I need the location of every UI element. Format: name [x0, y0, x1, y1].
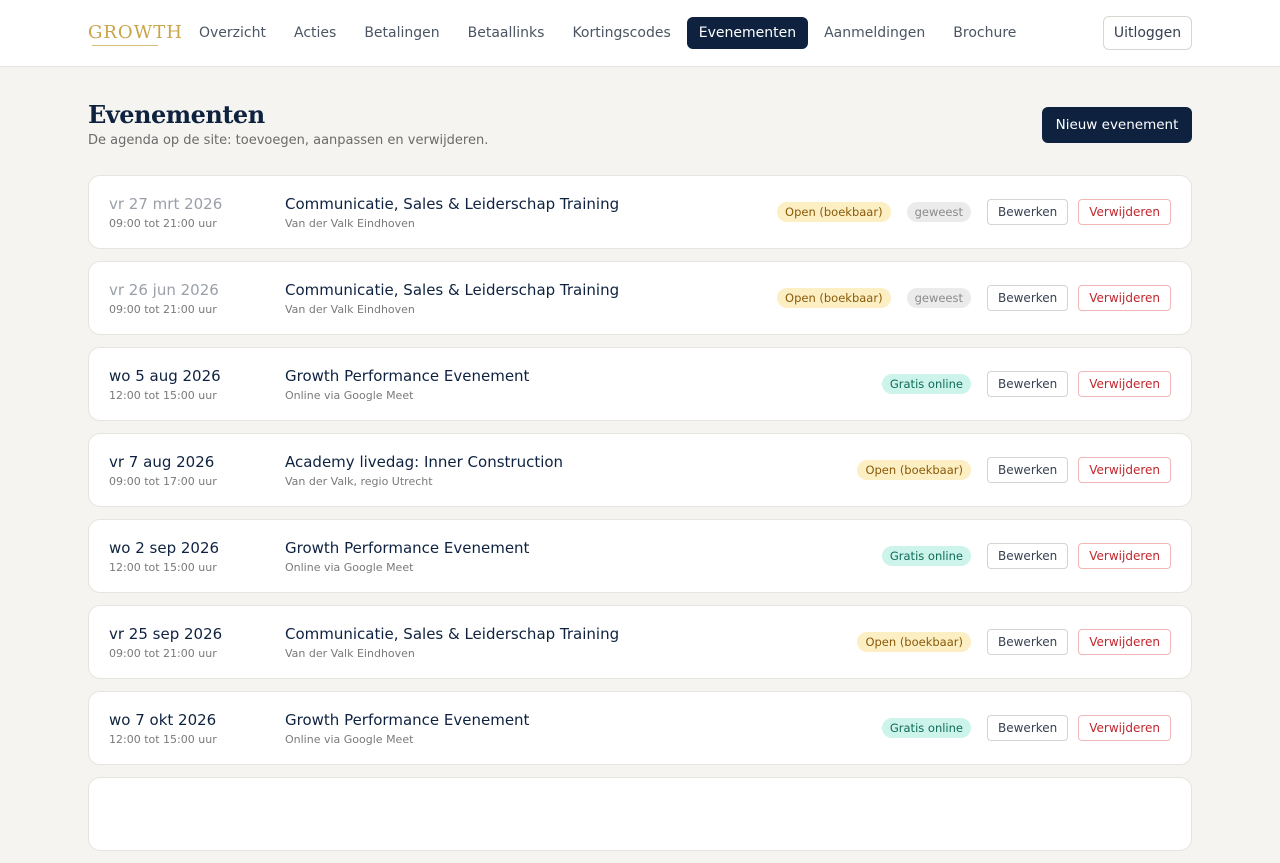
- event-title: Growth Performance Evenement: [285, 367, 530, 385]
- event-card: vr 25 sep 2026 09:00 tot 21:00 uur Communi…: [88, 605, 1192, 679]
- event-badges: Open (boekbaar) geweest: [777, 288, 971, 308]
- event-location: Van der Valk Eindhoven: [285, 647, 415, 660]
- edit-button[interactable]: Bewerken: [987, 199, 1069, 225]
- new-event-button[interactable]: Nieuw evenement: [1042, 107, 1192, 143]
- nav-item-aanmeldingen[interactable]: Aanmeldingen: [812, 17, 937, 49]
- event-location: Van der Valk, regio Utrecht: [285, 475, 433, 488]
- event-badges: Open (boekbaar) geweest: [777, 202, 971, 222]
- event-title: Communicatie, Sales & Leiderschap Traini…: [285, 625, 620, 643]
- event-buttons: Bewerken Verwijderen: [987, 199, 1171, 225]
- event-actions: Open (boekbaar) geweest Bewerken Verwijdere…: [777, 285, 1171, 311]
- event-card: vr 7 aug 2026 09:00 tot 17:00 uur Academy …: [88, 433, 1192, 507]
- event-card: wo 7 okt 2026 12:00 tot 15:00 uur Growth P…: [88, 691, 1192, 765]
- status-badge: Gratis online: [881, 546, 971, 566]
- nav-item-acties[interactable]: Acties: [282, 17, 348, 49]
- event-badges: Gratis online: [881, 718, 971, 738]
- nav-item-betalingen[interactable]: Betalingen: [352, 17, 451, 49]
- past-badge: geweest: [906, 202, 971, 222]
- event-buttons: Bewerken Verwijderen: [987, 371, 1171, 397]
- event-buttons: Bewerken Verwijderen: [987, 457, 1171, 483]
- status-badge: Open (boekbaar): [857, 460, 971, 480]
- status-badge: Open (boekbaar): [777, 202, 891, 222]
- nav-item-kortingscodes[interactable]: Kortingscodes: [560, 17, 682, 49]
- event-actions: Gratis online Bewerken Verwijderen: [881, 371, 1171, 397]
- event-title: Communicatie, Sales & Leiderschap Traini…: [285, 281, 620, 299]
- event-time: 12:00 tot 15:00 uur: [109, 561, 217, 574]
- event-title: Growth Performance Evenement: [285, 711, 530, 729]
- nav-item-overzicht[interactable]: Overzicht: [187, 17, 278, 49]
- event-actions: Open (boekbaar) geweest Bewerken Verwijdere…: [777, 199, 1171, 225]
- edit-button[interactable]: Bewerken: [987, 457, 1069, 483]
- event-date: vr 27 mrt 2026: [109, 195, 223, 213]
- event-time: 12:00 tot 15:00 uur: [109, 733, 217, 746]
- event-list: vr 27 mrt 2026 09:00 tot 21:00 uur Communi…: [88, 175, 1192, 863]
- event-card: vr 26 jun 2026 09:00 tot 21:00 uur Communi…: [88, 261, 1192, 335]
- event-actions: Open (boekbaar) Bewerken Verwijderen: [857, 629, 1171, 655]
- event-badges: Open (boekbaar): [857, 460, 971, 480]
- event-date: wo 7 okt 2026: [109, 711, 217, 729]
- event-actions: Gratis online Bewerken Verwijderen: [881, 543, 1171, 569]
- event-actions: Open (boekbaar) Bewerken Verwijderen: [857, 457, 1171, 483]
- status-badge: Open (boekbaar): [857, 632, 971, 652]
- past-badge: geweest: [906, 288, 971, 308]
- delete-button[interactable]: Verwijderen: [1078, 457, 1171, 483]
- growth-logo[interactable]: GROWTH: [88, 20, 183, 48]
- nav-item-betaallinks[interactable]: Betaallinks: [456, 17, 557, 49]
- page-subtitle: De agenda op de site: toevoegen, aanpass…: [88, 133, 489, 148]
- status-badge: Gratis online: [881, 718, 971, 738]
- delete-button[interactable]: Verwijderen: [1078, 199, 1171, 225]
- event-date: vr 25 sep 2026: [109, 625, 223, 643]
- event-location: Van der Valk Eindhoven: [285, 303, 415, 316]
- event-card: wo 2 sep 2026 12:00 tot 15:00 uur Growth P…: [88, 519, 1192, 593]
- event-time: 09:00 tot 17:00 uur: [109, 475, 217, 488]
- event-time: 09:00 tot 21:00 uur: [109, 217, 217, 230]
- edit-button[interactable]: Bewerken: [987, 285, 1069, 311]
- event-badges: Gratis online: [881, 546, 971, 566]
- event-time: 12:00 tot 15:00 uur: [109, 389, 217, 402]
- delete-button[interactable]: Verwijderen: [1078, 371, 1171, 397]
- delete-button[interactable]: Verwijderen: [1078, 715, 1171, 741]
- status-badge: Gratis online: [881, 374, 971, 394]
- event-date: vr 26 jun 2026: [109, 281, 219, 299]
- event-location: Online via Google Meet: [285, 389, 414, 402]
- event-buttons: Bewerken Verwijderen: [987, 629, 1171, 655]
- event-date: vr 7 aug 2026: [109, 453, 215, 471]
- event-title: Growth Performance Evenement: [285, 539, 530, 557]
- logout-button[interactable]: Uitloggen: [1103, 16, 1192, 50]
- logo-underline: [92, 45, 158, 46]
- event-buttons: Bewerken Verwijderen: [987, 715, 1171, 741]
- event-time: 09:00 tot 21:00 uur: [109, 647, 217, 660]
- page-title: Evenementen: [88, 100, 265, 129]
- event-actions: Gratis online Bewerken Verwijderen: [881, 715, 1171, 741]
- event-title: Academy livedag: Inner Construction: [285, 453, 564, 471]
- edit-button[interactable]: Bewerken: [987, 371, 1069, 397]
- top-navigation-bar: GROWTH Overzicht Acties Betalingen Betaa…: [0, 0, 1280, 67]
- event-date: wo 5 aug 2026: [109, 367, 221, 385]
- logo-wordmark: GROWTH: [88, 22, 183, 43]
- event-card-partial: [88, 777, 1192, 851]
- edit-button[interactable]: Bewerken: [987, 629, 1069, 655]
- event-location: Van der Valk Eindhoven: [285, 217, 415, 230]
- event-location: Online via Google Meet: [285, 733, 414, 746]
- event-title: Communicatie, Sales & Leiderschap Traini…: [285, 195, 620, 213]
- event-card: wo 5 aug 2026 12:00 tot 15:00 uur Growth P…: [88, 347, 1192, 421]
- edit-button[interactable]: Bewerken: [987, 715, 1069, 741]
- event-badges: Gratis online: [881, 374, 971, 394]
- event-buttons: Bewerken Verwijderen: [987, 285, 1171, 311]
- delete-button[interactable]: Verwijderen: [1078, 285, 1171, 311]
- event-date: wo 2 sep 2026: [109, 539, 220, 557]
- event-buttons: Bewerken Verwijderen: [987, 543, 1171, 569]
- nav-item-brochure[interactable]: Brochure: [941, 17, 1028, 49]
- status-badge: Open (boekbaar): [777, 288, 891, 308]
- delete-button[interactable]: Verwijderen: [1078, 629, 1171, 655]
- event-time: 09:00 tot 21:00 uur: [109, 303, 217, 316]
- event-location: Online via Google Meet: [285, 561, 414, 574]
- event-card: vr 27 mrt 2026 09:00 tot 21:00 uur Communi…: [88, 175, 1192, 249]
- event-badges: Open (boekbaar): [857, 632, 971, 652]
- nav-item-evenementen[interactable]: Evenementen: [686, 17, 809, 49]
- main-nav: Overzicht Acties Betalingen Betaallinks …: [187, 17, 1028, 49]
- edit-button[interactable]: Bewerken: [987, 543, 1069, 569]
- delete-button[interactable]: Verwijderen: [1078, 543, 1171, 569]
